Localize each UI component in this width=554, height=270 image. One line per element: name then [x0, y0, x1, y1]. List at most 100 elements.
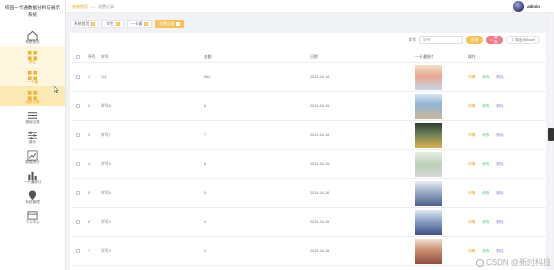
view-link[interactable]: 详情 [468, 162, 475, 167]
cell-amount: 6 [204, 162, 207, 166]
card-photo[interactable] [415, 94, 442, 119]
row-checkbox[interactable] [76, 133, 80, 137]
sidebar-item-label: 系统首页 [25, 40, 40, 44]
sidebar-item-2[interactable]: 一卡通 [0, 66, 65, 86]
delete-link[interactable]: 删除 [496, 191, 503, 196]
close-icon[interactable]: × [144, 22, 149, 26]
delete-link[interactable]: 删除 [496, 75, 503, 80]
card-photo[interactable] [415, 210, 442, 235]
table-row: 4 学号6 6 2024-04-16 详情 修改 删除 [72, 150, 546, 179]
delete-link[interactable]: 删除 [496, 133, 503, 138]
view-link[interactable]: 详情 [468, 104, 475, 109]
cell-date: 2024-04-16 [310, 104, 330, 108]
user-name[interactable]: admin [527, 4, 540, 9]
collapse-handle[interactable] [548, 128, 554, 141]
header-photo: 一卡通图片 [415, 55, 434, 59]
tag-tab-0[interactable]: 系统首页 × [70, 20, 100, 28]
edit-link[interactable]: 修改 [482, 75, 489, 80]
card-photo[interactable] [415, 239, 442, 264]
view-link[interactable]: 详情 [468, 191, 475, 196]
delete-link[interactable]: 删除 [496, 220, 503, 225]
close-icon[interactable]: × [91, 22, 96, 26]
card-photo[interactable] [415, 65, 442, 90]
row-checkbox[interactable] [76, 104, 80, 108]
sidebar-item-label: 一卡通统计 [23, 180, 42, 184]
table-row: 6 学号4 4 2024-04-16 详情 修改 删除 [72, 208, 546, 237]
delete-link[interactable]: 删除 [496, 162, 503, 167]
sidebar-item-label: 学生 [28, 60, 37, 64]
user-menu[interactable]: admin [513, 1, 540, 12]
cell-amount: 4 [204, 220, 207, 224]
view-link[interactable]: 详情 [468, 75, 475, 80]
row-actions: 详情 修改 删除 [468, 75, 504, 80]
header-amount: 金额 [204, 55, 212, 59]
cell-student-id: 学号6 [101, 162, 111, 166]
search-input[interactable]: 学号 [419, 36, 463, 44]
watermark-text: CSDN @新时科技 [485, 258, 551, 267]
edit-link[interactable]: 修改 [482, 220, 489, 225]
edit-link[interactable]: 修改 [482, 249, 489, 254]
row-checkbox[interactable] [76, 220, 80, 224]
sidebar-item-5[interactable]: 娱乐 [0, 126, 65, 146]
breadcrumb-current: 消费记录 [98, 4, 114, 9]
cell-amount: 3 [204, 249, 207, 253]
delete-link[interactable]: 删除 [496, 249, 503, 254]
sidebar-item-8[interactable]: 系统管理 [0, 186, 65, 206]
scrollbar[interactable] [550, 14, 553, 270]
search-button-label: 查询 [470, 37, 479, 42]
row-checkbox[interactable] [76, 191, 80, 195]
header-index: 序号 [88, 55, 96, 59]
pin-icon [27, 188, 38, 201]
tag-tab-3[interactable]: 消费记录 × [155, 20, 185, 28]
sidebar-item-7[interactable]: 一卡通统计 [0, 166, 65, 186]
row-checkbox[interactable] [76, 75, 80, 79]
sidebar-nav: 系统首页 学生 一卡通 消费记录 借阅记录 娱乐 数据统计 一卡通统计 系统管理 个人中心 [0, 26, 65, 226]
row-checkbox[interactable] [76, 249, 80, 253]
cell-date: 2024-04-16 [310, 191, 330, 195]
delete-button[interactable]: ⊖ 删除 [486, 35, 503, 44]
sidebar-item-label: 系统管理 [25, 200, 40, 204]
chart-icon [27, 148, 38, 161]
cell-date: 2024-04-16 [310, 249, 330, 253]
tag-tab-2[interactable]: 一卡通 × [126, 20, 153, 28]
view-link[interactable]: 详情 [468, 249, 475, 254]
search-button[interactable]: 查询 [466, 36, 483, 44]
close-icon[interactable]: × [176, 22, 181, 26]
export-button[interactable]: ⇩ 导出为Excel [506, 36, 540, 44]
cell-student-id: 学号5 [101, 191, 111, 195]
sidebar-item-6[interactable]: 数据统计 [0, 146, 65, 166]
edit-link[interactable]: 修改 [482, 133, 489, 138]
header-date: 日期 [310, 55, 318, 59]
delete-link[interactable]: 删除 [496, 104, 503, 109]
edit-link[interactable]: 修改 [482, 162, 489, 167]
select-all-checkbox[interactable] [76, 55, 80, 59]
cell-date: 2024-04-16 [310, 75, 330, 79]
card-photo[interactable] [415, 123, 442, 148]
search-label: 学号 [408, 37, 416, 42]
avatar[interactable] [513, 1, 525, 12]
app-title: 校园一卡通数据分析与展示系统 [4, 5, 61, 17]
row-actions: 详情 修改 删除 [468, 249, 504, 254]
edit-link[interactable]: 修改 [482, 104, 489, 109]
grid-icon [27, 48, 38, 61]
sidebar-item-4[interactable]: 借阅记录 [0, 106, 65, 126]
row-actions: 详情 修改 删除 [468, 133, 504, 138]
view-link[interactable]: 详情 [468, 220, 475, 225]
row-actions: 详情 修改 删除 [468, 191, 504, 196]
close-icon[interactable]: × [115, 22, 120, 26]
header-ops: 操作 [468, 55, 476, 59]
cell-date: 2024-04-16 [310, 133, 330, 137]
breadcrumb-home[interactable]: 系统首页 [72, 4, 88, 10]
card-photo[interactable] [415, 152, 442, 177]
tag-tab-1[interactable]: 学生 × [102, 20, 124, 28]
row-checkbox[interactable] [76, 162, 80, 166]
sidebar-item-9[interactable]: 个人中心 [0, 206, 65, 226]
card-photo[interactable] [415, 181, 442, 206]
sidebar: 校园一卡通数据分析与展示系统 系统首页 学生 一卡通 消费记录 借阅记录 娱乐 数据统计 一卡… [0, 0, 66, 270]
sidebar-item-1[interactable]: 学生 [0, 46, 65, 66]
cell-amount: 8 [204, 104, 207, 108]
edit-link[interactable]: 修改 [482, 191, 489, 196]
view-link[interactable]: 详情 [468, 133, 475, 138]
sidebar-item-0[interactable]: 系统首页 [0, 26, 65, 46]
mouse-cursor-icon [54, 86, 59, 93]
